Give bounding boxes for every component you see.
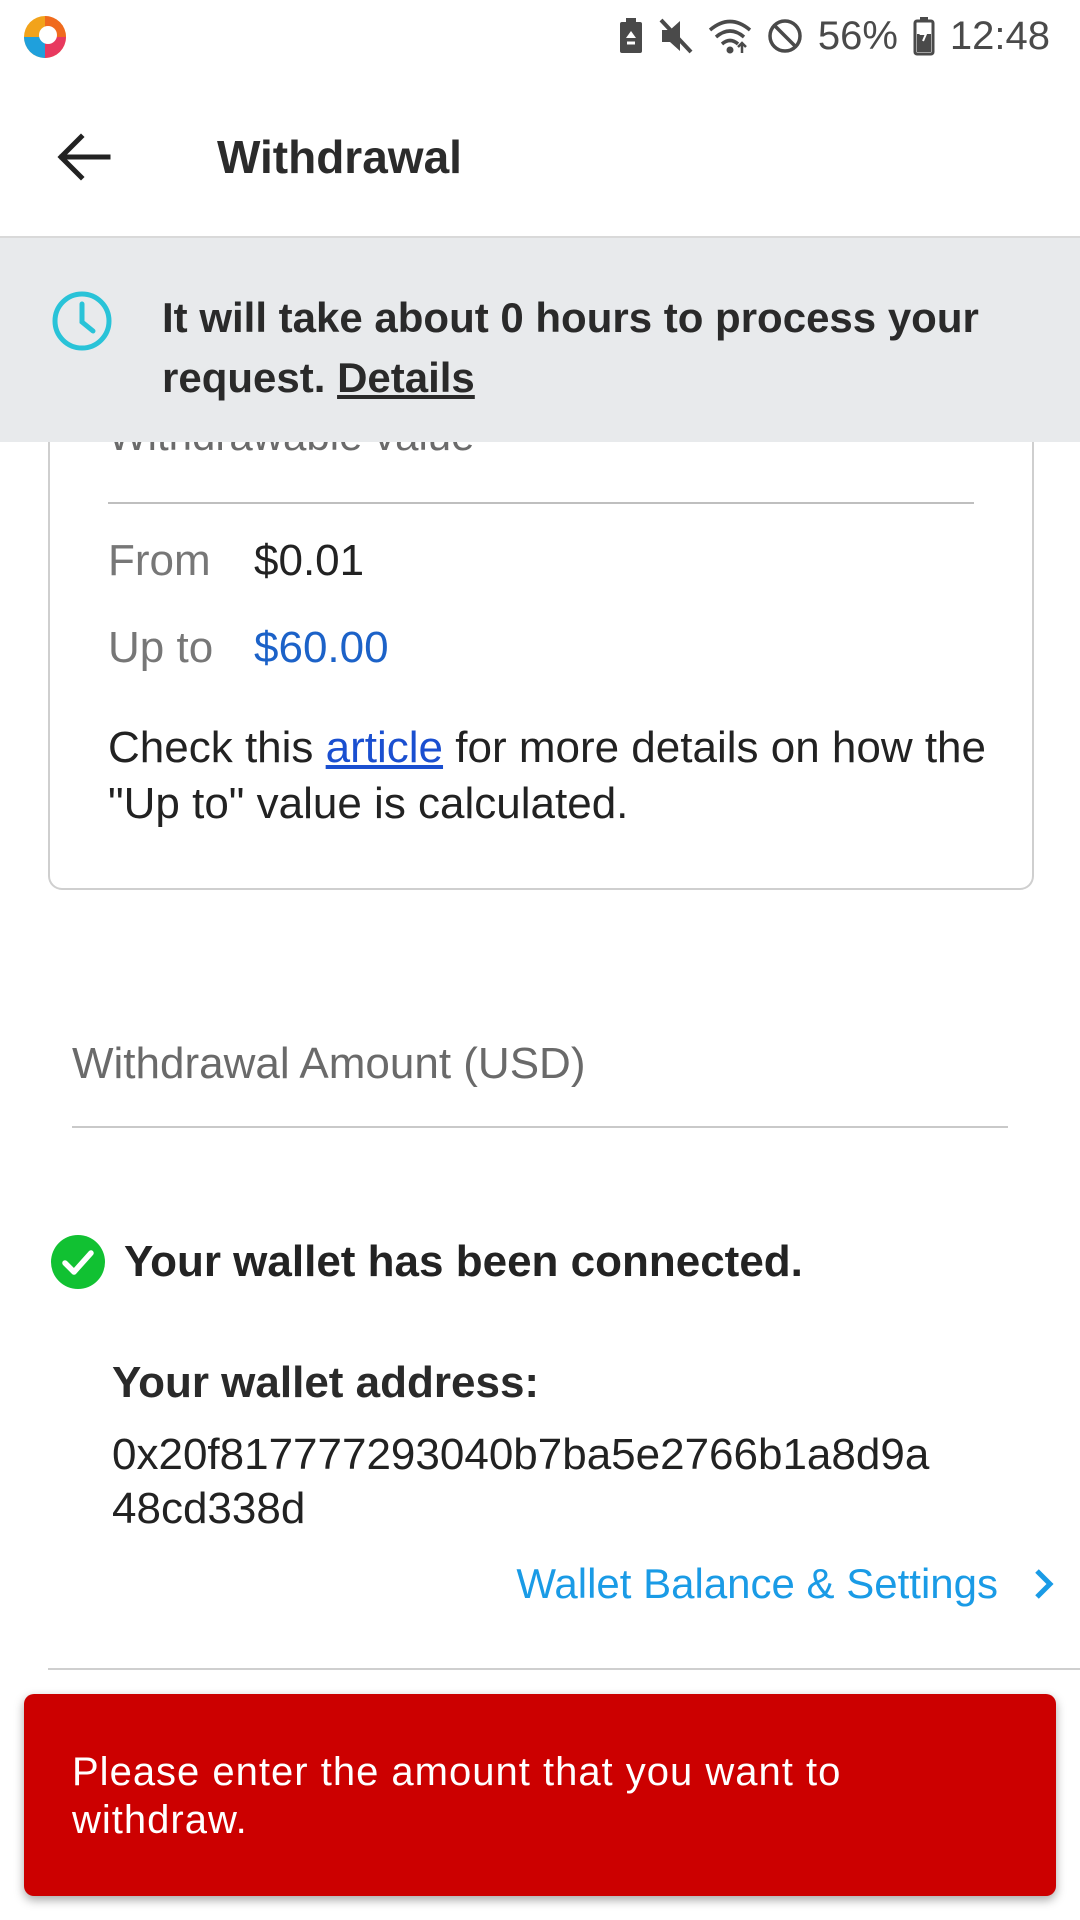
app-bar: Withdrawal [0, 72, 1080, 238]
page-title: Withdrawal [217, 131, 462, 183]
wallet-status-text: Your wallet has been connected. [124, 1237, 803, 1286]
wallet-address-label: Your wallet address: [112, 1358, 540, 1407]
card-note: Check this article for more details on h… [108, 720, 988, 832]
up-to-row: Up to $60.00 [108, 623, 389, 673]
article-link[interactable]: article [326, 723, 443, 772]
back-button[interactable] [48, 122, 118, 192]
do-not-disturb-icon [768, 19, 802, 53]
wallet-status: Your wallet has been connected. [50, 1234, 803, 1290]
withdrawal-amount-field[interactable] [72, 1024, 1008, 1128]
battery-percent: 56% [817, 13, 898, 58]
notice-text: It will take about 0 hours to process yo… [162, 288, 1012, 408]
wallet-settings-link[interactable]: Wallet Balance & Settings [516, 1560, 1056, 1608]
withdrawal-amount-input[interactable] [72, 1024, 1008, 1104]
app-logo-icon [24, 16, 66, 58]
wallet-address-value: 0x20f817777293040b7ba5e2766b1a8d9a48cd33… [112, 1430, 930, 1533]
check-circle-icon [51, 1235, 105, 1289]
up-to-label: Up to [108, 623, 214, 672]
mute-icon [659, 18, 693, 54]
note-prefix: Check this [108, 723, 314, 772]
up-to-value: $60.00 [254, 623, 389, 672]
battery-icon [913, 17, 935, 56]
toast-message: Please enter the amount that you want to… [72, 1750, 842, 1842]
arrow-left-icon [57, 133, 111, 181]
details-link[interactable]: Details [337, 354, 475, 401]
chevron-right-icon [1035, 1569, 1054, 1599]
processing-notice: It will take about 0 hours to process yo… [0, 238, 1080, 442]
error-toast: Please enter the amount that you want to… [24, 1694, 1056, 1896]
from-label: From [108, 536, 211, 585]
status-icons: 56% 12:48 [618, 10, 1050, 62]
card-divider [108, 502, 974, 504]
withdrawable-card: Withdrawable value From$0.01 Up to$60.00… [48, 412, 1034, 890]
from-row: From $0.01 [108, 536, 364, 586]
wallet-settings-label: Wallet Balance & Settings [516, 1560, 998, 1607]
battery-saver-icon [619, 18, 642, 53]
from-value: $0.01 [254, 536, 365, 585]
wifi-icon [708, 19, 751, 54]
divider [48, 1668, 1080, 1670]
clock-time: 12:48 [949, 13, 1050, 58]
notice-message: It will take about 0 hours to process yo… [162, 294, 979, 401]
clock-icon [52, 291, 112, 351]
status-bar: 56% 12:48 [0, 0, 1080, 72]
